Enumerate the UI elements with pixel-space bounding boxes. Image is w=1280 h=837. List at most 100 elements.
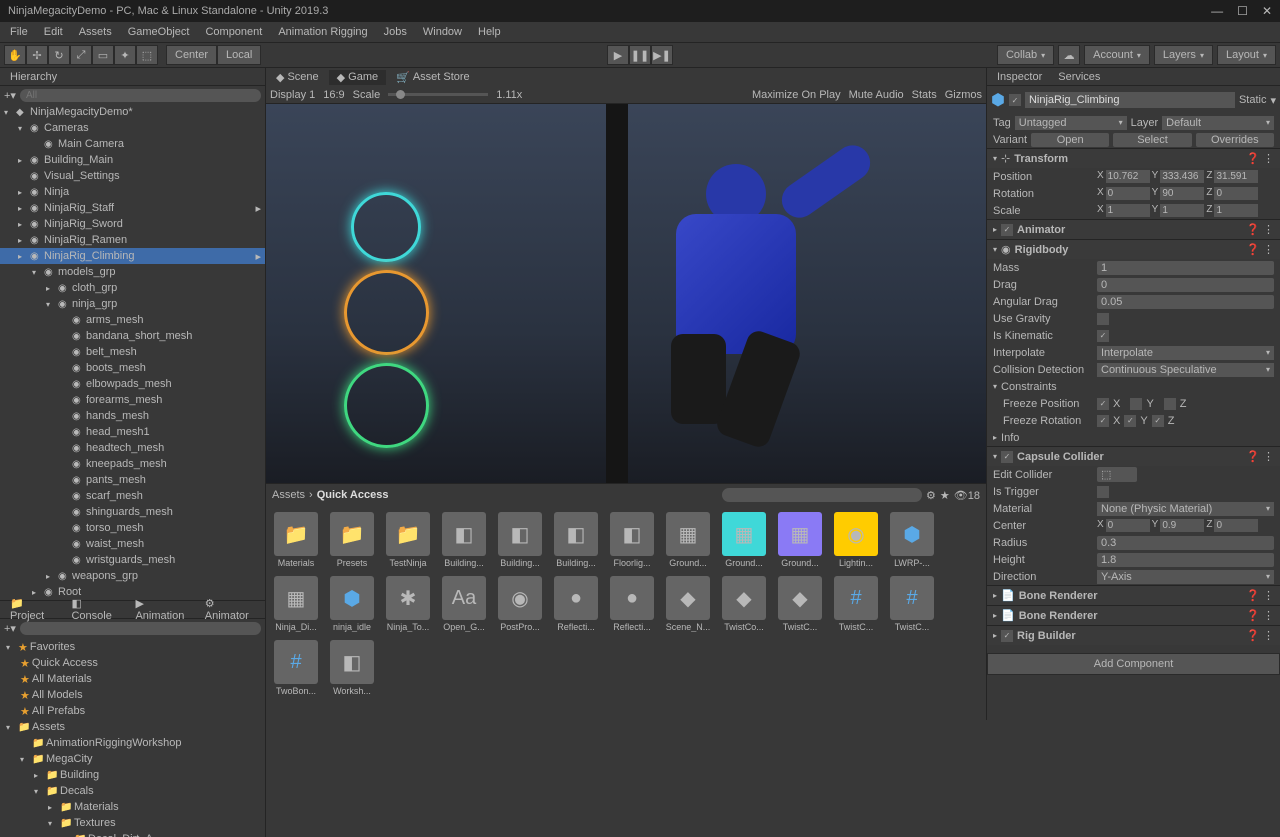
project-item[interactable]: ▾📁 MegaCity [2,751,263,767]
select-button[interactable]: Select [1113,133,1191,147]
play-button[interactable]: ▶ [607,45,629,65]
pos-z[interactable] [1214,170,1258,183]
project-item[interactable]: ★ All Materials [2,671,263,687]
hierarchy-item[interactable]: ◉bandana_short_mesh [0,328,265,344]
asset-item[interactable]: 📁Materials [272,512,320,568]
project-search[interactable] [20,622,261,635]
cloud-icon[interactable]: ☁ [1058,45,1080,65]
asset-item[interactable]: #TwistC... [888,576,936,632]
rotate-tool[interactable]: ↻ [48,45,70,65]
menu-edit[interactable]: Edit [38,24,69,40]
asset-item[interactable]: ◧Building... [496,512,544,568]
asset-item[interactable]: ◉PostPro... [496,576,544,632]
hierarchy-item[interactable]: ▾◉Cameras [0,120,265,136]
menu-jobs[interactable]: Jobs [378,24,413,40]
pos-y[interactable] [1160,170,1204,183]
hierarchy-item[interactable]: ◉headtech_mesh [0,440,265,456]
menu-assets[interactable]: Assets [73,24,118,40]
asset-item[interactable]: ◧Floorlig... [608,512,656,568]
menu-file[interactable]: File [4,24,34,40]
hierarchy-item[interactable]: ◉Main Camera [0,136,265,152]
tag-dropdown[interactable]: Untagged [1015,116,1127,130]
project-item[interactable]: ▾📁 Decals [2,783,263,799]
gravity-checkbox[interactable] [1097,313,1109,325]
hierarchy-item[interactable]: ▸◉NinjaRig_Ramen [0,232,265,248]
menu-help[interactable]: Help [472,24,507,40]
hierarchy-item[interactable]: ◉forearms_mesh [0,392,265,408]
custom-tool[interactable]: ⬚ [136,45,158,65]
asset-item[interactable]: ⬢LWRP-... [888,512,936,568]
asset-search[interactable] [722,488,922,502]
hierarchy-item[interactable]: ◉scarf_mesh [0,488,265,504]
add-component-button[interactable]: Add Component [987,653,1280,675]
project-item[interactable]: ★ All Prefabs [2,703,263,719]
pos-x[interactable] [1106,170,1150,183]
hierarchy-item[interactable]: ◉waist_mesh [0,536,265,552]
layer-dropdown[interactable]: Default [1162,116,1274,130]
create-dropdown[interactable]: +▾ [4,622,16,635]
hierarchy-item[interactable]: ◉shinguards_mesh [0,504,265,520]
transform-tool[interactable]: ✦ [114,45,136,65]
hierarchy-item[interactable]: ▸◉NinjaRig_Climbing▸ [0,248,265,264]
asset-item[interactable]: ▦Ground... [720,512,768,568]
aspect-dropdown[interactable]: 16:9 [323,89,344,101]
asset-item[interactable]: ◧Worksh... [328,640,376,696]
asset-item[interactable]: ◆TwistC... [776,576,824,632]
hierarchy-item[interactable]: ◉wristguards_mesh [0,552,265,568]
asset-item[interactable]: ◆TwistCo... [720,576,768,632]
layers-dropdown[interactable]: Layers [1154,45,1213,65]
hierarchy-item[interactable]: ◉kneepads_mesh [0,456,265,472]
kinematic-checkbox[interactable]: ✓ [1097,330,1109,342]
filter-icon[interactable]: ⚙ [926,489,936,502]
project-item[interactable]: 📁 Decal_Dirt_A [2,831,263,837]
asset-item[interactable]: 📁TestNinja [384,512,432,568]
pivot-local[interactable]: Local [217,45,261,65]
hierarchy-item[interactable]: ▸◉NinjaRig_Sword [0,216,265,232]
hierarchy-item[interactable]: ▾◉ninja_grp [0,296,265,312]
hierarchy-item[interactable]: ▾◆NinjaMegacityDemo* [0,104,265,120]
gizmos-dropdown[interactable]: Gizmos [945,89,982,101]
star-icon[interactable]: ★ [940,489,950,502]
layout-dropdown[interactable]: Layout [1217,45,1276,65]
breadcrumb-root[interactable]: Assets [272,489,305,501]
object-name[interactable] [1025,92,1235,108]
hierarchy-item[interactable]: ◉boots_mesh [0,360,265,376]
hierarchy-search[interactable] [20,89,261,102]
active-checkbox[interactable]: ✓ [1009,94,1021,106]
maximize-icon[interactable]: ☐ [1237,4,1248,18]
hierarchy-item[interactable]: ▾◉models_grp [0,264,265,280]
project-item[interactable]: ▾📁 Textures [2,815,263,831]
hierarchy-item[interactable]: ◉head_mesh1 [0,424,265,440]
project-item[interactable]: ▸📁 Materials [2,799,263,815]
hierarchy-item[interactable]: ▸◉Ninja [0,184,265,200]
scene-tab[interactable]: ◆ Scene [268,70,327,85]
menu-component[interactable]: Component [199,24,268,40]
asset-item[interactable]: ◆Scene_N... [664,576,712,632]
mute-toggle[interactable]: Mute Audio [849,89,904,101]
account-dropdown[interactable]: Account [1084,45,1150,65]
close-icon[interactable]: ✕ [1262,4,1272,18]
asset-item[interactable]: #TwoBon... [272,640,320,696]
display-dropdown[interactable]: Display 1 [270,89,315,101]
minimize-icon[interactable]: — [1211,4,1223,18]
create-dropdown[interactable]: +▾ [4,89,16,102]
asset-item[interactable]: ▦Ground... [664,512,712,568]
hierarchy-item[interactable]: ▸◉cloth_grp [0,280,265,296]
hidden-icon[interactable]: 👁18 [954,489,980,502]
asset-item[interactable]: ⬢ninja_idle [328,576,376,632]
asset-item[interactable]: ▦Ninja_Di... [272,576,320,632]
project-item[interactable]: ★ Quick Access [2,655,263,671]
game-tab[interactable]: ◆ Game [329,70,386,85]
hierarchy-item[interactable]: ▸◉weapons_grp [0,568,265,584]
menu-window[interactable]: Window [417,24,468,40]
move-tool[interactable]: ✢ [26,45,48,65]
hierarchy-item[interactable]: ◉arms_mesh [0,312,265,328]
services-tab[interactable]: Services [1052,70,1106,84]
pivot-center[interactable]: Center [166,45,217,65]
step-button[interactable]: ▶❚ [651,45,673,65]
hierarchy-tab[interactable]: Hierarchy [4,70,63,84]
asset-item[interactable]: ●Reflecti... [552,576,600,632]
rect-tool[interactable]: ▭ [92,45,114,65]
collision-dropdown[interactable]: Continuous Speculative [1097,363,1274,377]
hierarchy-item[interactable]: ◉belt_mesh [0,344,265,360]
